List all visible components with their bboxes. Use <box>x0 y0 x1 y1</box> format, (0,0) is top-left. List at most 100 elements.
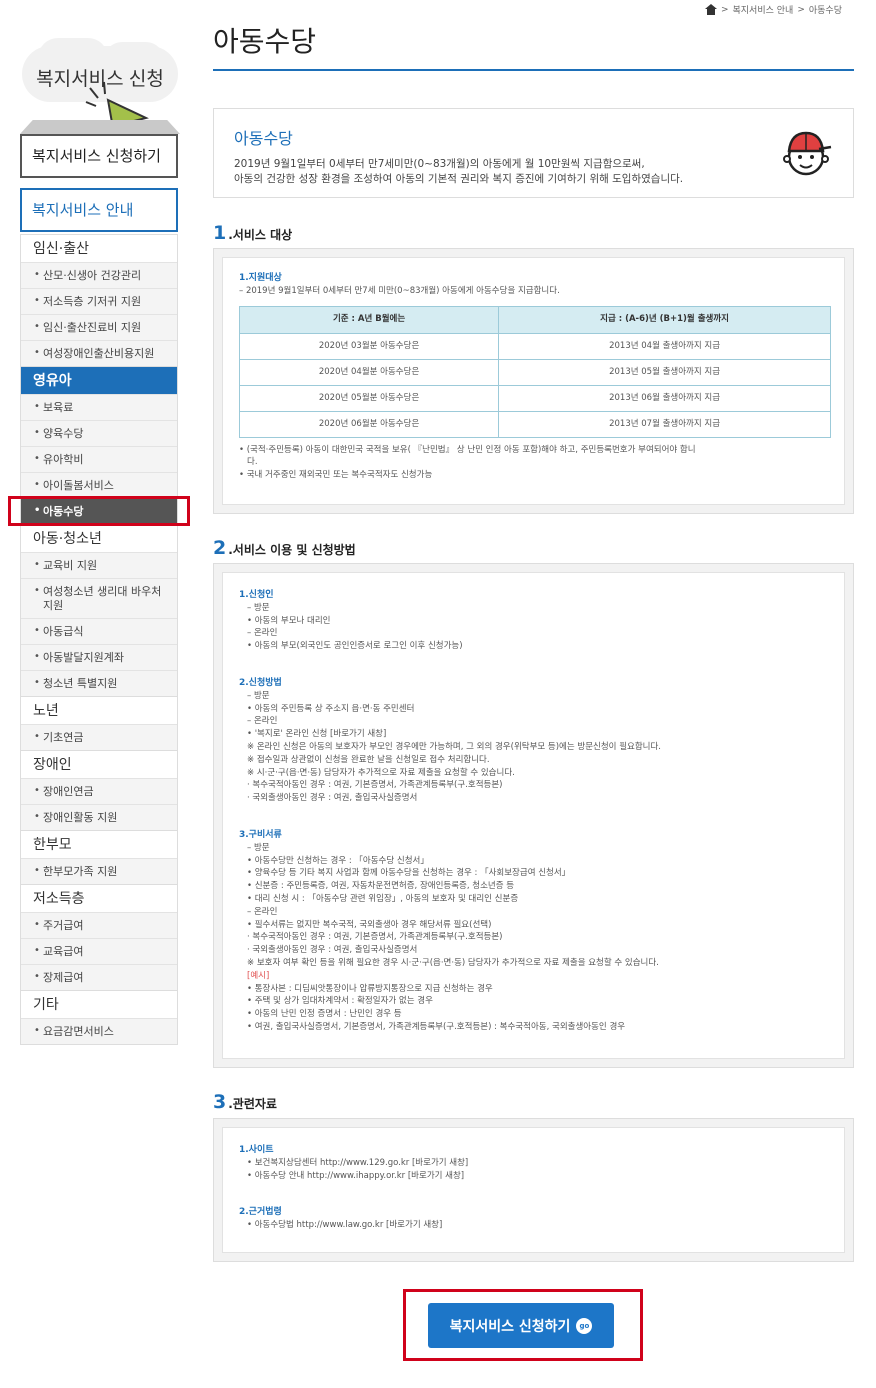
menu-item[interactable]: 주거급여 <box>21 912 177 938</box>
section-box: 1.사이트 • 보건복지상담센터 http://www.129.go.kr [바… <box>213 1118 854 1262</box>
intro-line: 2019년 9월1일부터 0세부터 만7세미만(0~83개월)의 아동에게 월 … <box>234 158 645 170</box>
breadcrumb-item[interactable]: 복지서비스 안내 <box>733 3 794 16</box>
menu-category[interactable]: 저소득층 <box>21 884 177 912</box>
menu-category[interactable]: 임신·출산 <box>21 234 177 262</box>
section-content: 1.지원대상 – 2019년 9월1일부터 0세부터 만7세 미만(0~83개월… <box>222 257 845 505</box>
text-line: • 통장사본 : 디딤씨앗통장이나 압류방지통장으로 지급 신청하는 경우 <box>247 983 493 994</box>
breadcrumb: > 복지서비스 안내 > 아동수당 <box>704 3 842 16</box>
menu-category[interactable]: 장애인 <box>21 750 177 778</box>
menu-item[interactable]: 아이돌봄서비스 <box>21 472 177 498</box>
table-cell: 2013년 05월 출생아까지 지급 <box>498 358 831 386</box>
menu-item[interactable]: 보육료 <box>21 394 177 420</box>
text-line: ※ 온라인 신청은 아동의 보호자가 부모인 경우에만 가능하며, 그 외의 경… <box>247 741 662 752</box>
section-heading: 3 .관련자료 <box>213 1091 277 1113</box>
text-line: • 아동의 주민등록 상 주소지 읍·면·동 주민센터 <box>247 703 415 714</box>
section-number: 3 <box>213 1091 227 1113</box>
table-cell: 2020년 03월분 아동수당은 <box>238 332 500 360</box>
text-line: • 아동의 난민 인정 증명서 : 난민인 경우 등 <box>247 1009 402 1020</box>
table-row: 2020년 06월분 아동수당은 2013년 07월 출생아까지 지급 <box>238 410 831 438</box>
text-line: • 여권, 출입국사실증명서, 기본증명서, 가족관계등록부(구.호적등본) :… <box>247 1021 626 1032</box>
menu-category[interactable]: 기타 <box>21 990 177 1018</box>
section-heading: 2 .서비스 이용 및 신청방법 <box>213 537 356 559</box>
table-row: 2020년 03월분 아동수당은 2013년 04월 출생아까지 지급 <box>238 332 831 360</box>
menu-category-active[interactable]: 영유아 <box>21 366 177 394</box>
table-cell: 2013년 06월 출생아까지 지급 <box>498 384 831 412</box>
text-line: ※ 보호자 여부 확인 등을 위해 필요한 경우 시·군·구(읍·면·동) 담당… <box>247 957 659 968</box>
link-line[interactable]: • 보건복지상담센터 http://www.129.go.kr [바로가기 새창… <box>239 1157 828 1170</box>
menu-item[interactable]: 장애인연금 <box>21 778 177 804</box>
menu-item[interactable]: 장애인활동 지원 <box>21 804 177 830</box>
breadcrumb-separator: > <box>797 4 805 15</box>
text-line: · 복수국적아동인 경우 : 여권, 기본증명서, 가족관계등록부(구.호적등본… <box>247 780 503 791</box>
menu-item[interactable]: 청소년 특별지원 <box>21 670 177 696</box>
text-line: – 방문 <box>247 602 270 613</box>
text-line: • 아동의 부모나 대리인 <box>247 615 331 626</box>
highlight-box <box>8 496 190 526</box>
home-icon[interactable] <box>704 4 717 15</box>
table-cell: 2020년 05월분 아동수당은 <box>238 384 500 412</box>
text-line: • 아동의 부모(외국인도 공인인증서로 로그인 이후 신청가능) <box>247 641 463 652</box>
menu-item[interactable]: 유아학비 <box>21 446 177 472</box>
apply-service-button[interactable]: 복지서비스 신청하기 <box>20 134 178 178</box>
section-content: 1.신청인 – 방문 • 아동의 부모나 대리인 – 온라인 • 아동의 부모(… <box>222 572 845 1059</box>
menu-item[interactable]: 여성청소년 생리대 바우처 지원 <box>21 578 177 618</box>
menu-item[interactable]: 산모·신생아 건강관리 <box>21 262 177 288</box>
subsection-label: 1.신청인 <box>239 590 274 600</box>
menu-item[interactable]: 아동발달지원계좌 <box>21 644 177 670</box>
text-line: ※ 시·군·구(읍·면·동) 담당자가 추가적으로 자료 제출을 요청할 수 있… <box>247 767 515 778</box>
text-line: · 국외출생아동인 경우 : 여권, 출입국사실증명서 <box>247 793 418 804</box>
menu-category[interactable]: 노년 <box>21 696 177 724</box>
service-guide-header[interactable]: 복지서비스 안내 <box>20 188 178 232</box>
breadcrumb-item-current: 아동수당 <box>808 6 842 16</box>
intro-title: 아동수당 <box>234 129 293 148</box>
section-heading: 1 .서비스 대상 <box>213 222 292 244</box>
menu-item-label: 아동수당 <box>43 505 84 518</box>
table-cell: 2020년 04월분 아동수당은 <box>238 358 500 386</box>
subsection-label: 2.신청방법 <box>239 677 282 688</box>
text-line: – 2019년 9월1일부터 0세부터 만7세 미만(0~83개월) 아동에게 … <box>239 285 560 296</box>
table-header-row: 기준 : A년 B월에는 지급 : (A-6)년 (B+1)월 출생까지 <box>238 305 831 334</box>
menu-item[interactable]: 교육비 지원 <box>21 552 177 578</box>
criteria-table: 기준 : A년 B월에는 지급 : (A-6)년 (B+1)월 출생까지 202… <box>238 305 831 438</box>
subsection-label: 1.지원대상 <box>239 273 282 283</box>
subsection-label: 1.사이트 <box>239 1145 274 1155</box>
note-line: 다. <box>247 457 258 468</box>
menu-item-selected[interactable]: 아동수당 <box>8 496 190 526</box>
menu-item[interactable]: 여성장애인출산비용지원 <box>21 340 177 366</box>
link-line[interactable]: • '복지로' 온라인 신청 [바로가기 새창] <box>239 728 828 741</box>
menu-item[interactable]: 임신·출산진료비 지원 <box>21 314 177 340</box>
menu-item[interactable]: 저소득층 기저귀 지원 <box>21 288 177 314</box>
text-line: – 방문 <box>247 842 270 853</box>
intro-box: 아동수당 2019년 9월1일부터 0세부터 만7세미만(0~83개월)의 아동… <box>213 108 854 198</box>
note-line: • 국내 거주중인 재외국민 또는 복수국적자도 신청가능 <box>239 470 433 481</box>
text-line: • 대리 신청 시 : 「아동수당 관련 위임장」, 아동의 보호자 및 대리인… <box>247 893 519 904</box>
text-line: · 국외출생아동인 경우 : 여권, 출입국사실증명서 <box>247 945 418 956</box>
menu-item[interactable]: 장제급여 <box>21 964 177 990</box>
page-title: 아동수당 <box>213 26 317 57</box>
link-line[interactable]: • 아동수당 안내 http://www.ihappy.or.kr [바로가기 … <box>239 1170 828 1183</box>
menu-item[interactable]: 한부모가족 지원 <box>21 858 177 884</box>
text-line: – 온라인 <box>247 906 278 917</box>
table-header-cell: 기준 : A년 B월에는 <box>238 305 500 334</box>
apply-banner[interactable]: 복지서비스 신청 <box>20 18 180 140</box>
menu-category[interactable]: 한부모 <box>21 830 177 858</box>
menu-item[interactable]: 요금감면서비스 <box>21 1018 177 1044</box>
link-line[interactable]: • 아동수당법 http://www.law.go.kr [바로가기 새창] <box>239 1219 828 1232</box>
menu-item[interactable]: 아동급식 <box>21 618 177 644</box>
menu-item[interactable]: 양육수당 <box>21 420 177 446</box>
go-icon: go <box>576 1317 593 1334</box>
table-cell: 2020년 06월분 아동수당은 <box>238 410 500 438</box>
section-title: .서비스 대상 <box>228 228 293 242</box>
table-cell: 2013년 07월 출생아까지 지급 <box>498 410 831 438</box>
section-content: 1.사이트 • 보건복지상담센터 http://www.129.go.kr [바… <box>222 1127 845 1253</box>
text-line: – 방문 <box>247 690 270 701</box>
menu-item[interactable]: 기초연금 <box>21 724 177 750</box>
apply-service-cta-button[interactable]: 복지서비스 신청하기 go <box>428 1303 614 1348</box>
menu-category[interactable]: 아동·청소년 <box>21 524 177 552</box>
section-title: .서비스 이용 및 신청방법 <box>228 543 356 557</box>
menu-item[interactable]: 교육급여 <box>21 938 177 964</box>
text-line: • 필수서류는 없지만 복수국적, 국외출생아 경우 해당서류 필요(선택) <box>247 919 492 930</box>
section-box: 1.신청인 – 방문 • 아동의 부모나 대리인 – 온라인 • 아동의 부모(… <box>213 563 854 1068</box>
subsection-label: 2.근거법령 <box>239 1207 282 1218</box>
text-line: – 온라인 <box>247 628 278 639</box>
